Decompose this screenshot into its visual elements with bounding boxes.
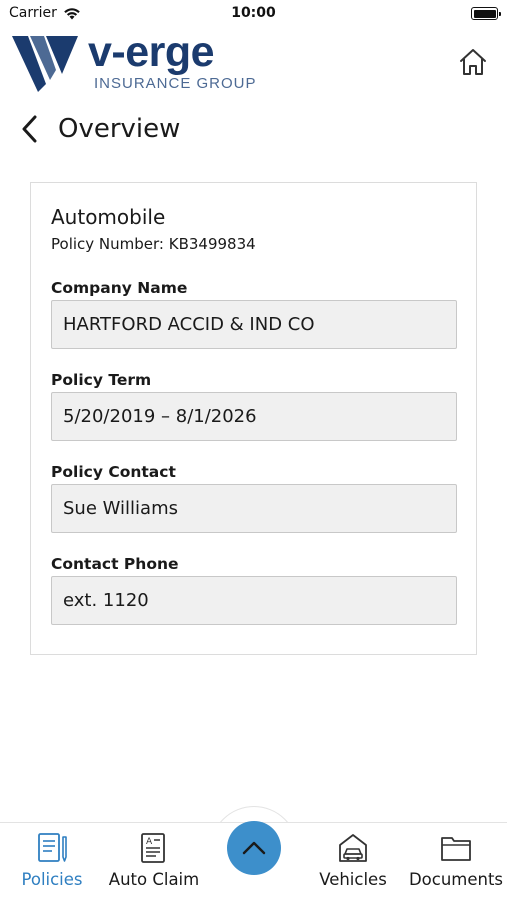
- back-navigation[interactable]: Overview: [20, 108, 180, 150]
- logo-subtitle: INSURANCE GROUP: [94, 75, 257, 92]
- company-name-field: HARTFORD ACCID & IND CO: [51, 300, 457, 349]
- tab-vehicles-label: Vehicles: [319, 870, 387, 889]
- policy-term-field: 5/20/2019 – 8/1/2026: [51, 392, 457, 441]
- policy-term-label: Policy Term: [51, 371, 152, 389]
- svg-text:A: A: [146, 837, 153, 847]
- policy-number: Policy Number: KB3499834: [51, 235, 256, 253]
- folder-icon: [439, 831, 473, 865]
- chevron-up-icon: [242, 841, 266, 855]
- policy-contact-label: Policy Contact: [51, 463, 176, 481]
- policy-document-icon: [35, 831, 69, 865]
- claim-form-icon: A: [137, 831, 171, 865]
- chevron-left-icon[interactable]: [20, 114, 44, 144]
- company-name-label: Company Name: [51, 279, 188, 297]
- battery-icon: [471, 7, 501, 20]
- status-bar: Carrier 10:00: [0, 0, 507, 28]
- logo-wordmark: v-erge: [88, 28, 215, 76]
- page-title: Overview: [58, 114, 181, 144]
- company-logo: v-erge INSURANCE GROUP: [12, 30, 262, 94]
- tab-documents-label: Documents: [408, 870, 504, 889]
- car-garage-icon: [336, 831, 370, 865]
- policy-type: Automobile: [51, 205, 166, 229]
- contact-phone-field: ext. 1120: [51, 576, 457, 625]
- contact-phone-label: Contact Phone: [51, 555, 179, 573]
- logo-mark-icon: [12, 36, 78, 92]
- tab-documents[interactable]: Documents: [406, 823, 506, 900]
- tab-auto-claim[interactable]: A Auto Claim: [104, 823, 204, 900]
- clock: 10:00: [231, 5, 276, 21]
- tab-policies[interactable]: Policies: [10, 823, 94, 900]
- home-button[interactable]: [455, 44, 491, 80]
- tab-auto-claim-label: Auto Claim: [108, 870, 200, 889]
- expand-menu-button[interactable]: [227, 821, 281, 875]
- tab-policies-label: Policies: [21, 870, 83, 889]
- policy-contact-field: Sue Williams: [51, 484, 457, 533]
- tab-vehicles[interactable]: Vehicles: [313, 823, 393, 900]
- policy-card: Automobile Policy Number: KB3499834 Comp…: [30, 182, 477, 655]
- home-icon: [460, 49, 486, 75]
